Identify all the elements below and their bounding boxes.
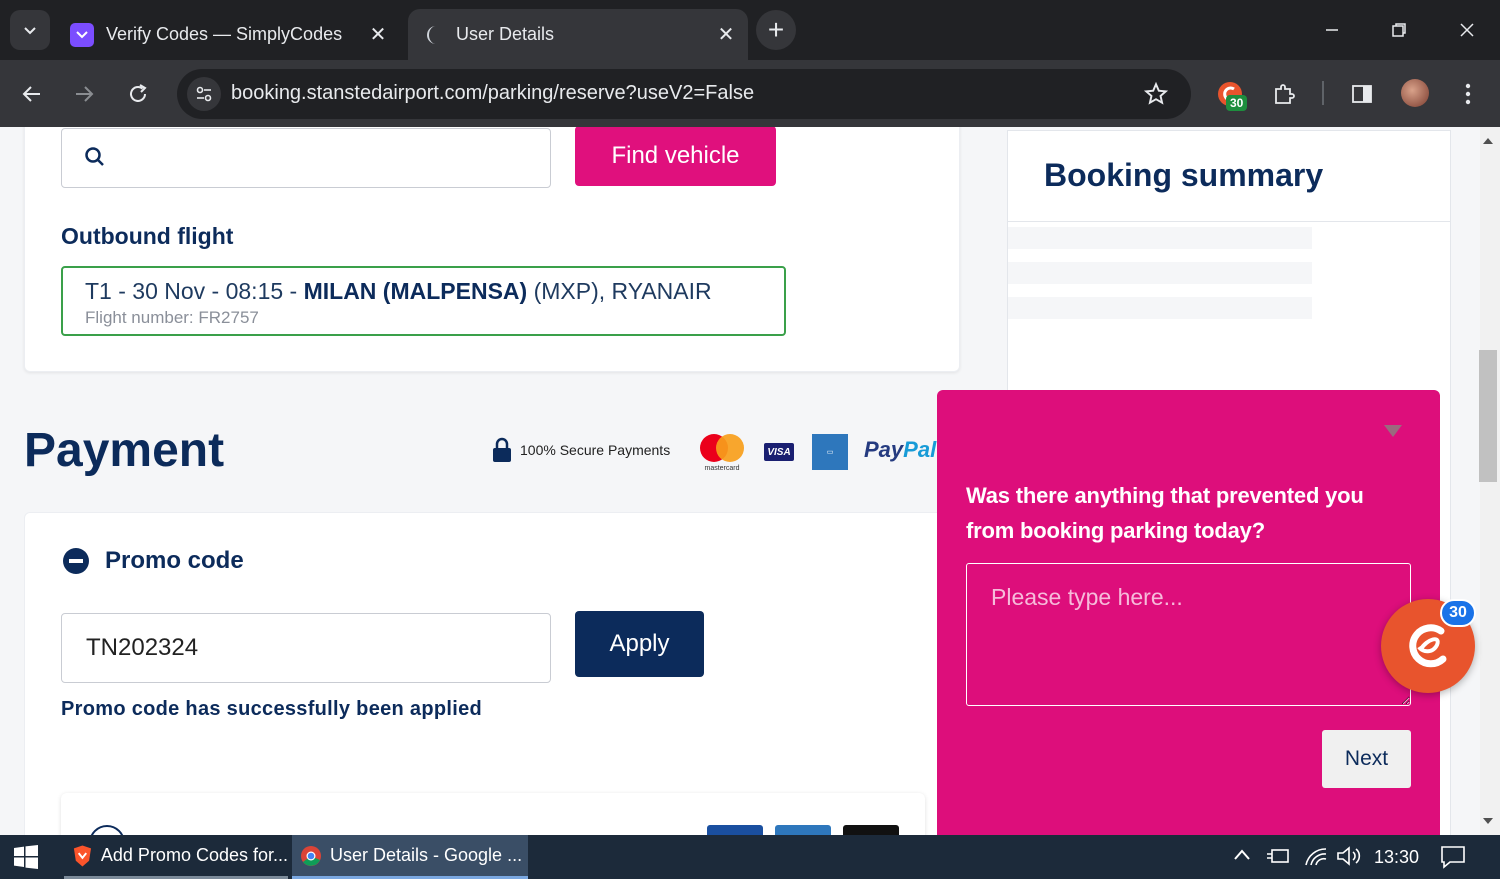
promo-code-toggle[interactable]: Promo code bbox=[63, 547, 244, 575]
taskbar-clock[interactable]: 13:30 bbox=[1374, 847, 1419, 868]
card-logo-icon bbox=[775, 825, 831, 835]
floating-count-badge: 30 bbox=[1440, 599, 1476, 627]
reload-icon bbox=[130, 84, 147, 102]
toolbar-divider bbox=[1322, 81, 1324, 105]
survey-question: Was there anything that prevented you fr… bbox=[966, 483, 1364, 543]
radio-icon bbox=[89, 825, 125, 835]
minimize-icon[interactable] bbox=[1315, 12, 1349, 48]
url-text[interactable]: booking.stanstedairport.com/parking/rese… bbox=[231, 82, 754, 105]
reload-button[interactable] bbox=[120, 76, 156, 112]
scroll-up-arrow-icon[interactable] bbox=[1483, 138, 1493, 144]
tray-chevron-up-icon[interactable] bbox=[1232, 845, 1252, 865]
site-info-icon[interactable] bbox=[187, 77, 221, 111]
payment-method-card[interactable] bbox=[61, 793, 925, 835]
flight-number: Flight number: FR2757 bbox=[85, 308, 259, 327]
windows-taskbar: Add Promo Codes for... User Details - Go… bbox=[0, 835, 1500, 879]
forward-button[interactable] bbox=[66, 76, 102, 112]
arrow-left-icon bbox=[22, 86, 40, 102]
mastercard-logo-icon: mastercard bbox=[700, 434, 744, 472]
secure-payments-notice: 100% Secure Payments bbox=[492, 437, 670, 463]
loading-favicon-icon bbox=[427, 25, 436, 44]
bookmark-star-icon[interactable] bbox=[1143, 81, 1169, 107]
promo-code-input[interactable] bbox=[61, 613, 551, 683]
back-button[interactable] bbox=[14, 76, 50, 112]
survey-next-button[interactable]: Next bbox=[1322, 730, 1411, 788]
outbound-flight-option[interactable]: T1 - 30 Nov - 08:15 - MILAN (MALPENSA) (… bbox=[61, 266, 786, 336]
tab-close-icon[interactable]: ✕ bbox=[714, 23, 738, 47]
taskbar-item-label: Add Promo Codes for... bbox=[100, 845, 288, 865]
side-panel-icon[interactable] bbox=[1346, 78, 1378, 110]
secure-payments-text: 100% Secure Payments bbox=[520, 442, 671, 458]
survey-answer-input[interactable] bbox=[966, 563, 1411, 706]
wifi-icon[interactable] bbox=[1304, 845, 1328, 867]
summary-divider bbox=[1008, 221, 1450, 222]
brave-browser-icon bbox=[73, 845, 92, 866]
card-logo-icon bbox=[707, 825, 763, 835]
card-logo-icon bbox=[843, 825, 899, 835]
exit-survey-popup: Was there anything that prevented you fr… bbox=[937, 390, 1440, 840]
taskbar-brave-window[interactable]: Add Promo Codes for... bbox=[64, 835, 288, 879]
tab-verify-codes[interactable]: Verify Codes — SimplyCodes ✕ bbox=[60, 9, 400, 60]
chrome-icon bbox=[301, 845, 321, 866]
paypal-logo-icon: PayPal bbox=[864, 437, 937, 462]
restore-icon[interactable] bbox=[1382, 12, 1416, 48]
apply-promo-button[interactable]: Apply bbox=[575, 611, 704, 677]
loading-placeholder bbox=[1008, 227, 1312, 249]
chevron-down-icon bbox=[24, 27, 36, 35]
amex-logo-icon: ▭ bbox=[812, 434, 848, 470]
close-window-icon[interactable] bbox=[1450, 12, 1484, 48]
promo-card: Promo code Apply Promo code has successf… bbox=[24, 512, 960, 835]
search-icon bbox=[85, 147, 104, 166]
collapse-minus-icon bbox=[63, 548, 89, 574]
more-menu-icon[interactable] bbox=[1452, 78, 1484, 110]
scroll-down-arrow-icon[interactable] bbox=[1483, 818, 1493, 824]
booking-summary-title: Booking summary bbox=[1044, 157, 1324, 193]
tab-title: User Details bbox=[456, 24, 555, 44]
promo-code-label: Promo code bbox=[105, 547, 244, 574]
taskbar-item-label: User Details - Google ... bbox=[330, 845, 523, 865]
find-vehicle-button[interactable]: Find vehicle bbox=[575, 127, 776, 186]
windows-start-icon[interactable] bbox=[14, 845, 38, 869]
browser-tab-strip: Verify Codes — SimplyCodes ✕ User Detail… bbox=[0, 0, 1500, 60]
battery-plug-icon[interactable] bbox=[1266, 845, 1290, 867]
scrollbar-thumb[interactable] bbox=[1479, 350, 1497, 482]
lock-icon bbox=[493, 437, 511, 462]
extension-count-badge: 30 bbox=[1226, 95, 1248, 111]
loading-placeholder bbox=[1008, 297, 1312, 319]
profile-avatar[interactable] bbox=[1401, 79, 1429, 107]
volume-icon[interactable] bbox=[1336, 845, 1362, 867]
tab-user-details[interactable]: User Details ✕ bbox=[408, 9, 748, 60]
tab-title: Verify Codes — SimplyCodes bbox=[106, 24, 343, 44]
tab-search-button[interactable] bbox=[10, 10, 50, 50]
tab-close-icon[interactable]: ✕ bbox=[366, 23, 390, 47]
new-tab-button[interactable]: + bbox=[756, 10, 796, 50]
notifications-icon[interactable] bbox=[1440, 845, 1466, 869]
arrow-right-icon bbox=[76, 86, 94, 102]
address-bar[interactable]: booking.stanstedairport.com/parking/rese… bbox=[177, 69, 1191, 119]
extensions-puzzle-icon[interactable] bbox=[1268, 78, 1300, 110]
visa-logo-icon: VISA bbox=[764, 443, 794, 461]
outbound-flight-label: Outbound flight bbox=[61, 223, 234, 249]
browser-toolbar: booking.stanstedairport.com/parking/rese… bbox=[0, 60, 1500, 127]
vehicle-search-input[interactable] bbox=[61, 128, 551, 188]
promo-success-message: Promo code has successfully been applied bbox=[61, 698, 483, 720]
flight-summary: T1 - 30 Nov - 08:15 - MILAN (MALPENSA) (… bbox=[85, 278, 712, 304]
vehicle-flight-card: Find vehicle Outbound flight T1 - 30 Nov… bbox=[24, 127, 960, 372]
collapse-triangle-icon[interactable] bbox=[1384, 425, 1402, 437]
simplycodes-favicon-icon bbox=[70, 22, 94, 47]
loading-placeholder bbox=[1008, 262, 1312, 284]
svg-text:mastercard: mastercard bbox=[704, 465, 739, 472]
taskbar-chrome-window[interactable]: User Details - Google ... bbox=[292, 835, 528, 879]
payment-heading: Payment bbox=[24, 424, 225, 477]
